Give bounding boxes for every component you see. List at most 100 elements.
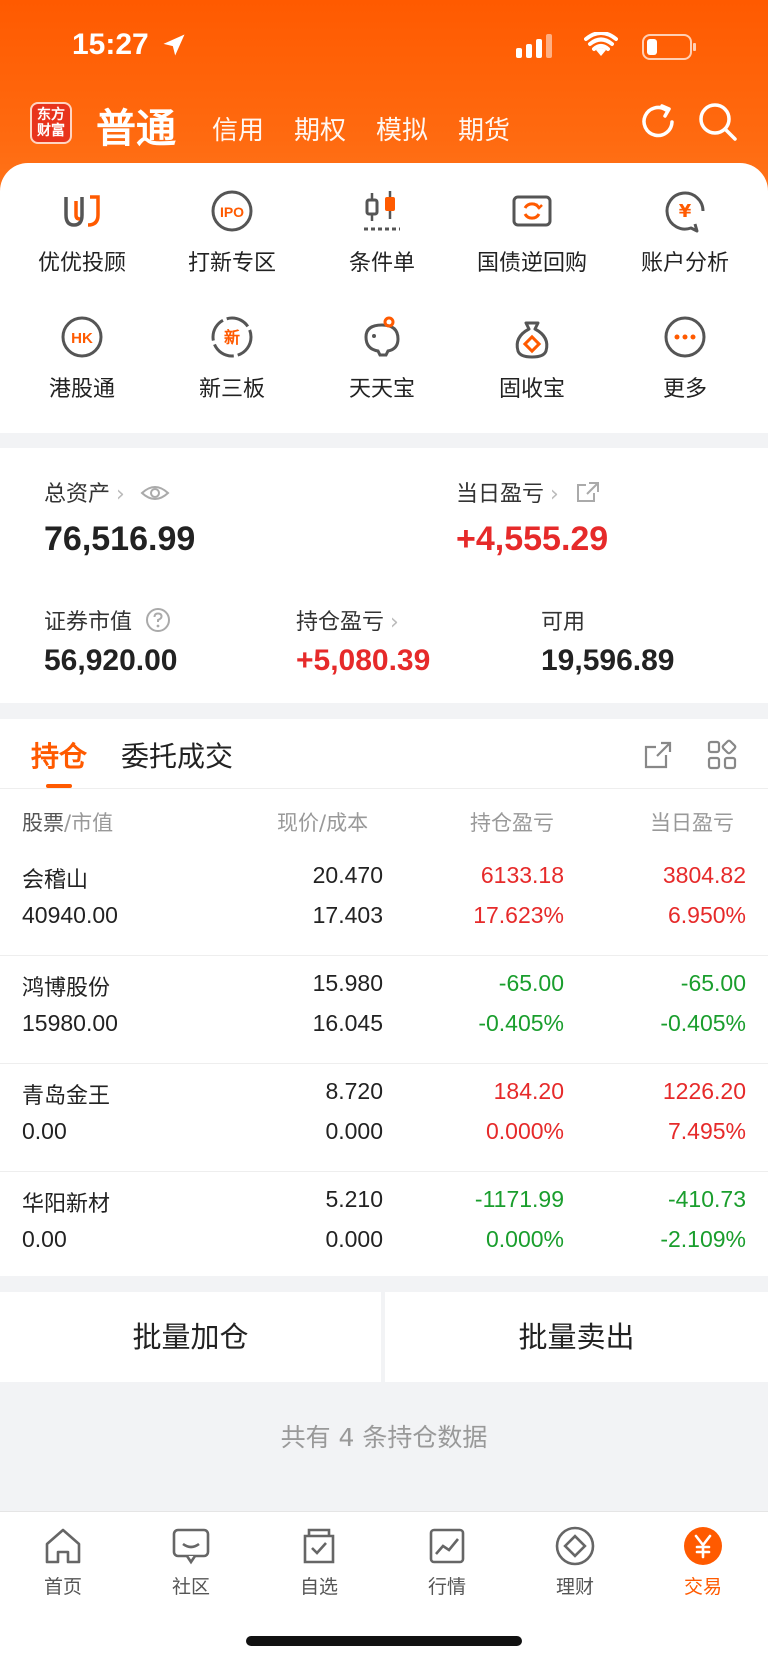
positions-count-note: 共有 4 条持仓数据 — [280, 1423, 488, 1452]
tab-orders[interactable]: 委托成交 — [121, 735, 233, 775]
tabbar-label: 首页 — [43, 1576, 82, 1598]
tabbar-watchlist[interactable]: 自选 — [269, 1524, 369, 1599]
col-header-position-pnl[interactable]: 持仓盈亏 — [470, 807, 554, 837]
menu-item-label: 天天宝 — [348, 377, 415, 402]
total-assets-value: 76,516.99 — [44, 520, 196, 558]
tab-futures[interactable]: 期货 — [458, 110, 510, 147]
tabbar-trade[interactable]: 交易 — [653, 1524, 753, 1599]
trade-icon — [684, 1527, 722, 1565]
ipo-icon: IPO — [211, 190, 253, 232]
quick-menu: 优优投顾 IPO 打新专区 条件单 国债逆回购 ¥ 账户分析 HK 港股通 新 … — [0, 163, 768, 433]
daily-pnl-cell: -410.73 — [667, 1186, 746, 1212]
menu-item-conditional-order[interactable]: 条件单 — [305, 187, 459, 277]
table-row[interactable]: 华阳新材 0.00 5.210 0.000 -1171.99 0.000% -4… — [0, 1172, 768, 1280]
menu-item-more[interactable]: 更多 — [608, 313, 762, 403]
stock-name: 鸿博股份 — [22, 976, 111, 1001]
share-icon[interactable] — [576, 481, 600, 503]
total-assets-link[interactable]: 总资产 › — [44, 476, 170, 508]
tabbar-community[interactable]: 社区 — [141, 1524, 241, 1599]
daily-pnl-pct-cell: -2.109% — [660, 1226, 746, 1252]
menu-item-account-analysis[interactable]: ¥ 账户分析 — [608, 187, 762, 277]
tabbar-home[interactable]: 首页 — [13, 1524, 113, 1599]
refresh-icon[interactable] — [636, 100, 680, 144]
position-pnl-cell: 6133.18 — [480, 862, 564, 888]
menu-item-tiantianbao[interactable]: 天天宝 — [305, 313, 459, 403]
table-row[interactable]: 会稽山 40940.00 20.470 17.403 6133.18 17.62… — [0, 848, 768, 956]
menu-item-hk-connect[interactable]: HK 港股通 — [5, 313, 159, 403]
position-pnl-cell: -1171.99 — [474, 1186, 564, 1212]
account-analysis-icon: ¥ — [665, 191, 705, 233]
daily-pnl-pct-cell: -0.405% — [660, 1010, 746, 1036]
cost-cell: 16.045 — [312, 1010, 383, 1036]
cost-cell: 17.403 — [312, 902, 383, 928]
position-pnl-link[interactable]: 持仓盈亏 › — [296, 604, 399, 636]
market-value-cell: 0.00 — [22, 1226, 67, 1252]
candlestick-icon — [364, 191, 400, 231]
price-cell: 5.210 — [325, 1186, 383, 1212]
top-nav: 东方财富 普通 信用 期权 模拟 期货 — [30, 96, 738, 152]
batch-sell-button[interactable]: 批量卖出 — [385, 1292, 768, 1382]
price-cell: 15.980 — [312, 970, 383, 996]
col-header-daily-pnl[interactable]: 当日盈亏 — [650, 807, 768, 837]
col-header-price[interactable]: 现价/成本 — [277, 807, 368, 837]
tab-options[interactable]: 期权 — [294, 110, 346, 147]
chevron-right-icon: › — [550, 482, 559, 507]
eye-icon[interactable] — [140, 483, 170, 503]
positions-tabs: 持仓 委托成交 — [0, 719, 768, 789]
svg-text:HK: HK — [71, 330, 93, 347]
col-header-stock: 股票/市值 — [22, 811, 114, 835]
tab-credit[interactable]: 信用 — [212, 110, 264, 147]
svg-text:¥: ¥ — [679, 201, 692, 222]
menu-item-label: 更多 — [662, 377, 707, 402]
new-third-board-icon: 新 — [211, 316, 253, 358]
stock-name: 青岛金王 — [22, 1084, 111, 1109]
menu-item-ipo[interactable]: IPO 打新专区 — [155, 187, 309, 277]
menu-item-new-third-board[interactable]: 新 新三板 — [155, 313, 309, 403]
price-cell: 8.720 — [325, 1078, 383, 1104]
market-value-cell: 15980.00 — [22, 1010, 118, 1036]
wealth-icon — [555, 1526, 595, 1566]
daily-pnl-value: +4,555.29 — [456, 520, 609, 558]
tab-holdings[interactable]: 持仓 — [31, 735, 87, 775]
tabbar-market[interactable]: 行情 — [397, 1524, 497, 1599]
svg-text:新: 新 — [224, 328, 240, 347]
export-icon[interactable] — [642, 739, 674, 771]
menu-item-label: 条件单 — [348, 251, 415, 276]
svg-text:IPO: IPO — [220, 204, 244, 220]
daily-pnl-link[interactable]: 当日盈亏 › — [456, 476, 600, 508]
tabbar-label: 社区 — [171, 1576, 210, 1598]
tabbar-label: 行情 — [427, 1576, 466, 1598]
position-pnl-pct-cell: 0.000% — [485, 1226, 564, 1252]
market-value-label: 证券市值 — [44, 610, 133, 635]
position-pnl-label: 持仓盈亏 — [296, 610, 385, 635]
tabbar-wealth[interactable]: 理财 — [525, 1524, 625, 1599]
watchlist-icon — [303, 1528, 335, 1564]
eastmoney-logo: 东方财富 — [30, 102, 72, 144]
tab-simulation[interactable]: 模拟 — [376, 110, 428, 147]
tabbar-label: 自选 — [299, 1576, 338, 1598]
active-tab-indicator — [46, 784, 72, 788]
menu-item-bond-repo[interactable]: 国债逆回购 — [455, 187, 609, 277]
table-row[interactable]: 青岛金王 0.00 8.720 0.000 184.20 0.000% 1226… — [0, 1064, 768, 1172]
market-value: 56,920.00 — [44, 644, 178, 677]
menu-item-gushoubao[interactable]: 固收宝 — [455, 313, 609, 403]
market-value-row: 证券市值 — [44, 604, 171, 636]
tab-normal[interactable]: 普通 — [96, 96, 176, 154]
help-icon[interactable] — [145, 607, 171, 633]
position-pnl-pct-cell: 17.623% — [473, 902, 564, 928]
daily-pnl-cell: -65.00 — [680, 970, 746, 996]
total-assets-label: 总资产 — [44, 482, 111, 507]
home-indicator — [246, 1636, 522, 1646]
menu-item-label: 账户分析 — [640, 251, 729, 276]
position-pnl-value: +5,080.39 — [296, 644, 431, 677]
cost-cell: 0.000 — [325, 1118, 383, 1144]
search-icon[interactable] — [696, 100, 740, 144]
table-row[interactable]: 鸿博股份 15980.00 15.980 16.045 -65.00 -0.40… — [0, 956, 768, 1064]
batch-add-button[interactable]: 批量加仓 — [0, 1292, 381, 1382]
assets-summary: 总资产 › 76,516.99 当日盈亏 › +4,555.29 证券市值 56,9… — [0, 448, 768, 703]
menu-item-label: 固收宝 — [498, 377, 565, 402]
daily-pnl-cell: 3804.82 — [662, 862, 746, 888]
position-pnl-cell: 184.20 — [493, 1078, 564, 1104]
menu-item-uu-advisor[interactable]: 优优投顾 — [5, 187, 159, 277]
grid-layout-icon[interactable] — [706, 739, 738, 771]
